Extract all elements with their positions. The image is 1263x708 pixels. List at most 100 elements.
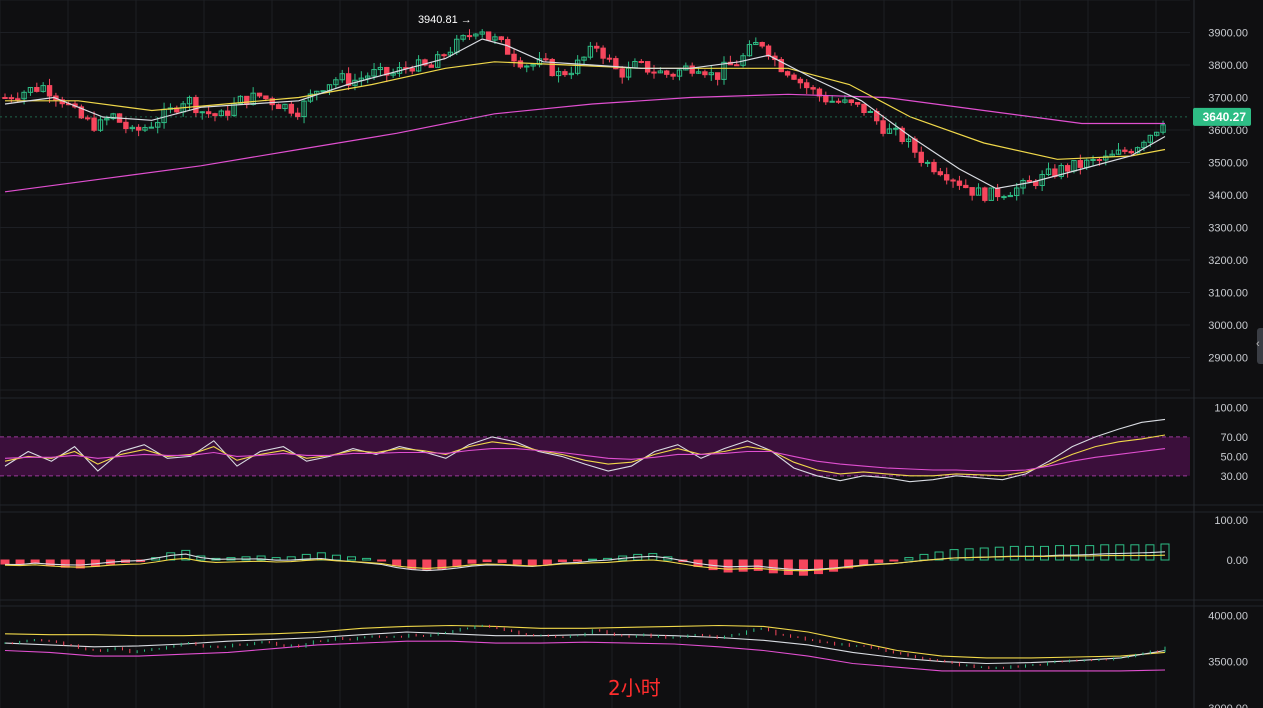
candle-down: [15, 98, 21, 101]
candle-down: [759, 41, 765, 47]
histogram-bar-down: [467, 559, 477, 564]
candle-down: [409, 67, 415, 72]
price-axis-tick: 3000.00: [1208, 320, 1248, 332]
candle-down: [791, 74, 797, 80]
histogram-bar-down: [527, 559, 537, 567]
candle-down: [918, 151, 924, 163]
histogram-bar-down: [738, 559, 748, 572]
macd-axis-tick: 100.00: [1214, 515, 1248, 527]
overlay-axis-tick: 3000.00: [1208, 703, 1248, 708]
price-axis-tick: 2900.00: [1208, 353, 1248, 365]
histogram-bar-down: [768, 559, 778, 574]
candle-down: [804, 82, 810, 89]
timeframe-label: 2小时: [608, 676, 661, 700]
candle-down: [734, 64, 740, 67]
histogram-bar-down: [392, 559, 402, 567]
candle-down: [275, 104, 282, 110]
last-price-label: 3640.27: [1203, 110, 1247, 124]
candle-down: [784, 71, 791, 76]
candle-down: [294, 112, 301, 118]
candle-down: [543, 58, 549, 61]
price-axis-tick: 3600.00: [1208, 125, 1248, 137]
candle-down: [861, 103, 867, 113]
overlay-axis-tick: 4000.00: [1208, 610, 1248, 622]
chevron-left-icon: ‹: [1256, 338, 1260, 350]
candle-down: [606, 57, 613, 60]
candle-down: [638, 60, 644, 63]
candle-down: [1077, 160, 1084, 168]
candle-down: [212, 113, 218, 117]
candle-down: [619, 68, 625, 78]
candle-down: [1026, 179, 1033, 182]
candle-down: [466, 35, 473, 38]
candle-down: [46, 85, 53, 97]
candle-down: [823, 95, 829, 103]
histogram-bar-down: [497, 559, 507, 563]
histogram-bar-down: [783, 559, 793, 575]
candle-down: [517, 60, 524, 68]
histogram-bar-down: [572, 559, 582, 562]
candle-down: [1128, 150, 1134, 154]
histogram-bar-down: [859, 559, 869, 566]
candle-down: [969, 187, 975, 196]
candle-down: [1064, 165, 1071, 172]
candle-up: [893, 127, 899, 130]
price-axis-tick: 3700.00: [1208, 93, 1248, 105]
trading-chart[interactable]: 3940.81 → 3900.00 3800.00 3700.00 3600.00 35…: [0, 0, 1263, 708]
rsi-axis-tick: 100.00: [1214, 403, 1248, 415]
macd-axis-tick: 0.00: [1227, 555, 1248, 567]
candle-up: [199, 111, 205, 114]
histogram-bar-down: [512, 559, 522, 565]
histogram-bar-down: [0, 559, 10, 565]
candle-down: [1122, 149, 1128, 152]
overlay-axis-tick: 3500.00: [1208, 657, 1248, 669]
rsi-axis-tick: 70.00: [1220, 432, 1248, 444]
candle-down: [34, 86, 40, 92]
candle-down: [600, 47, 606, 59]
rsi-axis-tick: 30.00: [1220, 471, 1248, 483]
candle-down: [714, 72, 721, 80]
candle-down: [963, 184, 969, 189]
candle-down: [193, 96, 199, 114]
histogram-bar-down: [557, 559, 567, 563]
candle-up: [524, 65, 530, 68]
candle-down: [765, 45, 772, 57]
candle-down: [441, 54, 447, 57]
histogram-bar-down: [377, 559, 387, 562]
candle-down: [848, 99, 854, 103]
histogram-bar-down: [542, 559, 552, 565]
candle-down: [135, 126, 142, 131]
candle-down: [263, 95, 269, 100]
candle-down: [880, 120, 886, 134]
candle-down: [205, 111, 212, 115]
candle-down: [994, 187, 1001, 198]
candle-down: [8, 97, 15, 100]
candle-down: [931, 161, 937, 173]
candle-down: [244, 95, 250, 105]
price-axis-tick: 3300.00: [1208, 223, 1248, 235]
price-axis-tick: 3400.00: [1208, 190, 1248, 202]
candle-down: [1096, 159, 1103, 162]
candle-down: [644, 61, 651, 73]
candle-down: [670, 73, 676, 77]
histogram-bar-down: [814, 559, 824, 575]
candle-down: [950, 179, 956, 182]
candle-down: [288, 103, 295, 114]
candle-down: [428, 64, 435, 68]
candle-up: [829, 100, 835, 103]
price-axis-tick: 3900.00: [1208, 28, 1248, 40]
histogram-bar-down: [874, 559, 884, 563]
candle-down: [225, 110, 231, 116]
collapse-panel-button[interactable]: ‹: [1256, 328, 1263, 364]
candle-down: [702, 71, 708, 76]
candle-up: [924, 161, 931, 164]
high-price-annotation: 3940.81 →: [418, 14, 472, 26]
candle-down: [854, 101, 861, 105]
histogram-bar-down: [452, 559, 462, 567]
candle-down: [91, 117, 97, 131]
candle-down: [835, 100, 842, 103]
histogram-bar-up: [588, 558, 598, 561]
candle-down: [511, 53, 517, 62]
candle-down: [562, 71, 568, 76]
candle-down: [810, 87, 816, 90]
